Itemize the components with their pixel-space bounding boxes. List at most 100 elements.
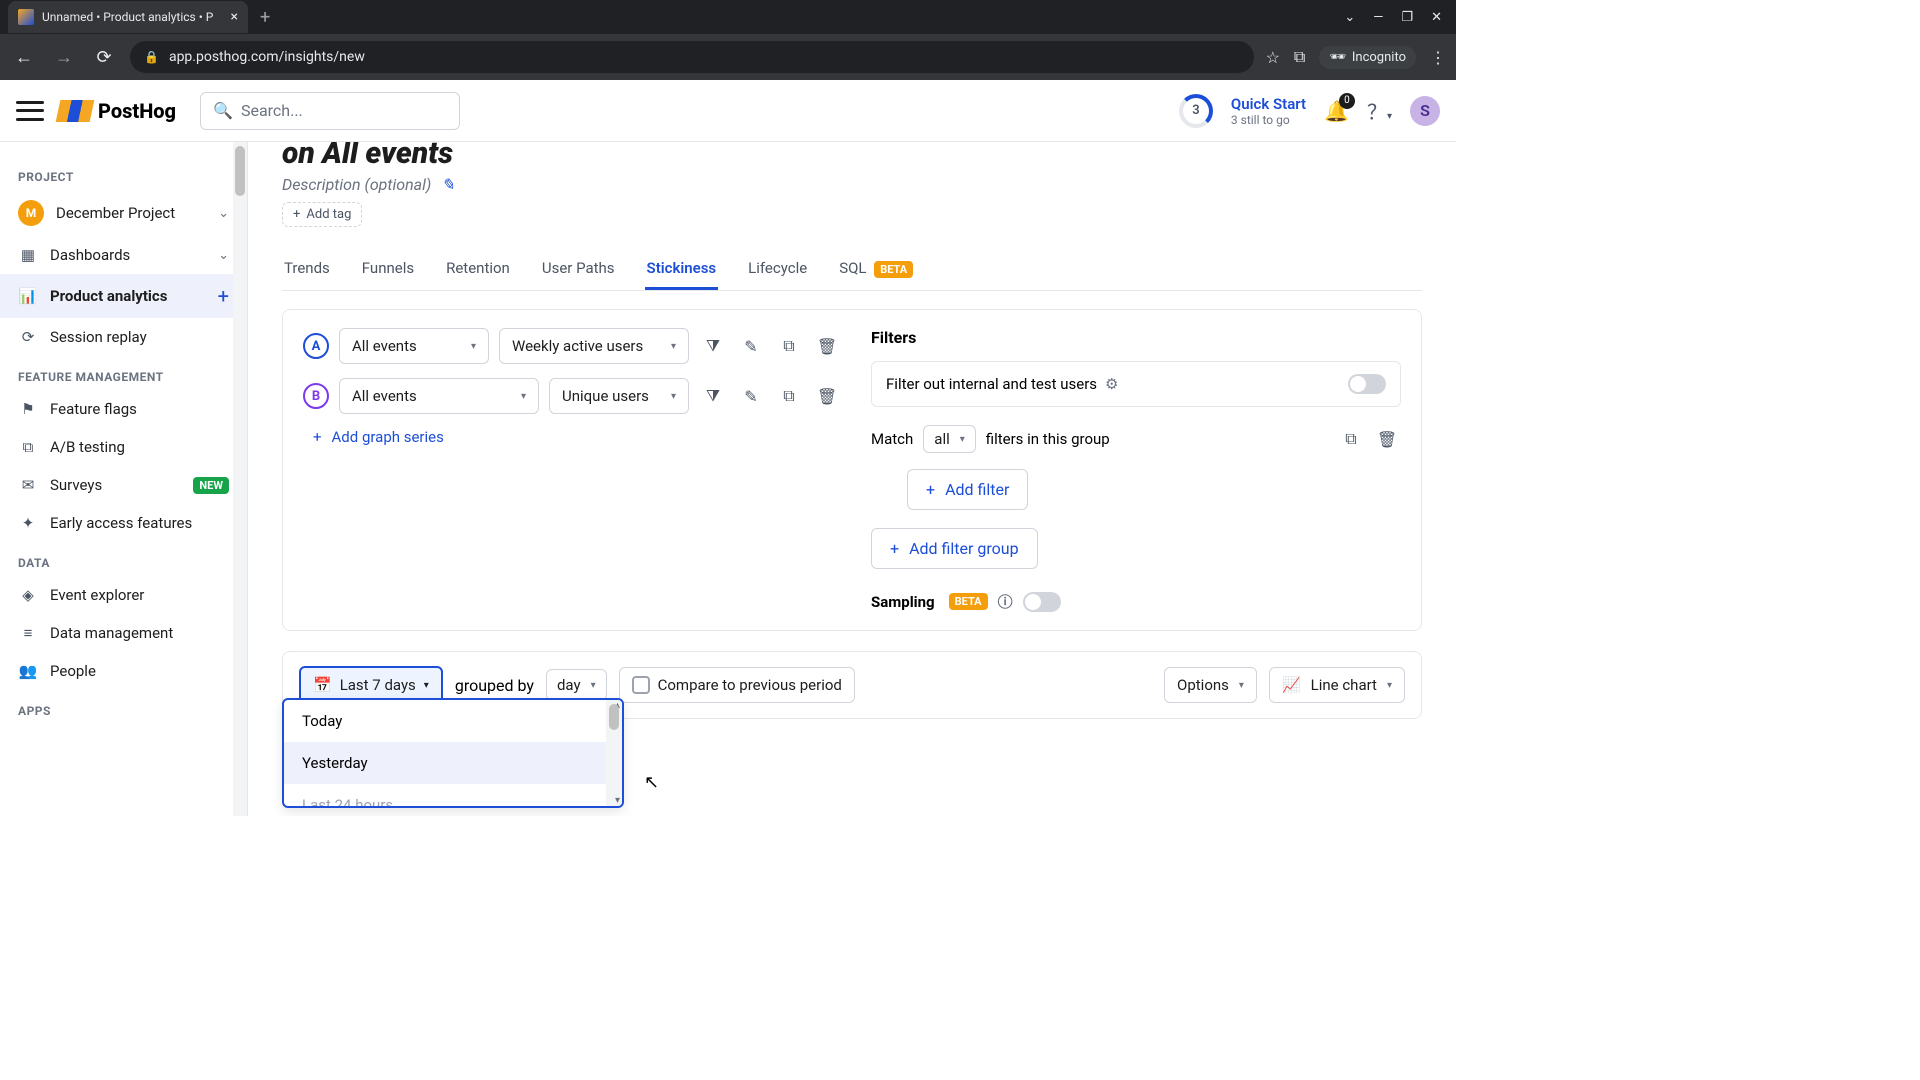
series-a-marker: A [303,333,329,359]
tab-lifecycle[interactable]: Lifecycle [746,249,809,290]
browser-tab[interactable]: Unnamed • Product analytics • P × [8,1,248,33]
tab-user-paths[interactable]: User Paths [540,249,617,290]
sidebar-item-data-management[interactable]: ≡ Data management [0,614,247,652]
description-placeholder[interactable]: Description (optional) [282,175,431,194]
series-b-metric-select[interactable]: Unique users▾ [549,378,689,414]
data-icon: ≡ [18,624,38,642]
help-button[interactable]: ？▾ [1367,96,1392,125]
chevron-down-icon: ⌄ [218,248,229,263]
address-bar[interactable]: 🔒 app.posthog.com/insights/new [130,41,1254,73]
sidebar-item-dashboards[interactable]: ▦ Dashboards ⌄ [0,236,247,274]
tab-funnels[interactable]: Funnels [360,249,416,290]
sidebar-item-people[interactable]: 👥 People [0,652,247,690]
date-option-last-24h[interactable]: Last 24 hours [284,784,622,806]
gear-icon[interactable]: ⚙ [1105,375,1118,393]
incognito-badge[interactable]: 🕶 Incognito [1319,46,1416,69]
browser-menu-icon[interactable]: ⋮ [1430,48,1446,67]
date-range-dropdown: Today Yesterday Last 24 hours ▴ ▾ [282,698,624,808]
insight-title[interactable]: on All events [282,142,1422,171]
survey-icon: ✉ [18,476,38,494]
sidebar-item-product-analytics[interactable]: 📊 Product analytics + [0,274,247,318]
beta-badge: BETA [874,261,913,278]
back-button[interactable]: ← [10,47,38,68]
add-filter-button[interactable]: + Add filter [907,469,1028,510]
incognito-icon: 🕶 [1329,50,1346,65]
event-icon: ◈ [18,586,38,604]
new-tab-button[interactable]: + [248,7,282,28]
date-option-today[interactable]: Today [284,700,622,742]
compare-previous-checkbox[interactable]: Compare to previous period [619,667,855,703]
close-window-icon[interactable]: ✕ [1431,10,1442,25]
delete-icon[interactable]: 🗑 [813,382,841,410]
quick-start-progress[interactable]: 3 [1179,94,1213,128]
maximize-icon[interactable]: ❐ [1401,10,1413,25]
notifications-button[interactable]: 🔔0 [1324,99,1349,123]
chevron-down-icon: ▾ [960,434,965,445]
toggle-internal-users[interactable] [1348,374,1386,394]
sidebar-section-data: DATA [0,550,247,576]
chevron-down-icon: ⌄ [218,206,229,221]
reload-button[interactable]: ⟳ [90,47,118,68]
dropdown-scrollbar[interactable]: ▴ ▾ [606,700,622,806]
chevron-down-icon: ▾ [1387,680,1392,691]
bookmark-icon[interactable]: ☆ [1266,48,1280,67]
project-selector[interactable]: M December Project ⌄ [0,190,247,236]
chevron-down-icon: ▾ [671,341,676,352]
tab-trends[interactable]: Trends [282,249,332,290]
sidebar-item-surveys[interactable]: ✉ Surveys NEW [0,466,247,504]
sampling-toggle[interactable] [1023,592,1061,612]
menu-toggle-button[interactable] [16,101,44,121]
group-interval-select[interactable]: day▾ [546,669,607,701]
posthog-logo[interactable]: PostHog [58,99,176,123]
tab-sql[interactable]: SQL BETA [837,249,915,290]
series-a-event-select[interactable]: All events▾ [339,328,489,364]
sidebar-item-feature-flags[interactable]: ⚑ Feature flags [0,390,247,428]
filter-icon[interactable]: ⧩ [699,382,727,410]
edit-icon[interactable]: ✎ [441,175,454,194]
chevron-down-icon: ▾ [1239,680,1244,691]
dashboard-icon: ▦ [18,246,38,264]
chevron-down-icon[interactable]: ⌄ [1344,10,1355,25]
sidebar-item-session-replay[interactable]: ⟳ Session replay [0,318,247,356]
quick-start-link[interactable]: Quick Start 3 still to go [1231,95,1306,127]
add-series-button[interactable]: + Add graph series [303,428,841,446]
edit-icon[interactable]: ✎ [737,332,765,360]
sidebar-item-early-access[interactable]: ✦ Early access features [0,504,247,542]
tab-stickiness[interactable]: Stickiness [645,249,719,290]
grouped-by-label: grouped by [455,676,534,695]
series-b-event-select[interactable]: All events▾ [339,378,539,414]
chart-type-select[interactable]: 📈 Line chart▾ [1269,667,1405,703]
chevron-down-icon: ▾ [671,391,676,402]
add-filter-group-button[interactable]: + Add filter group [871,528,1038,569]
sampling-label: Sampling [871,593,935,611]
sidebar-item-ab-testing[interactable]: ⧉ A/B testing [0,428,247,466]
tab-retention[interactable]: Retention [444,249,512,290]
sidebar-item-event-explorer[interactable]: ◈ Event explorer [0,576,247,614]
series-a-metric-select[interactable]: Weekly active users▾ [499,328,689,364]
minimize-icon[interactable]: ― [1373,10,1383,25]
install-icon[interactable]: ⧉ [1294,47,1305,67]
edit-icon[interactable]: ✎ [737,382,765,410]
close-tab-icon[interactable]: × [231,9,238,25]
copy-group-icon[interactable]: ⧉ [1337,425,1365,453]
sidebar: PROJECT M December Project ⌄ ▦ Dashboard… [0,142,248,816]
tab-title: Unnamed • Product analytics • P [42,10,213,24]
chevron-down-icon: ▾ [521,391,526,402]
filter-icon[interactable]: ⧩ [699,332,727,360]
plus-icon[interactable]: + [218,284,229,308]
match-mode-select[interactable]: all▾ [923,425,976,453]
search-input[interactable]: 🔍 Search... [200,92,460,130]
forward-button: → [50,47,78,68]
date-option-yesterday[interactable]: Yesterday [284,742,622,784]
info-icon[interactable]: ⓘ [998,591,1013,612]
delete-group-icon[interactable]: 🗑 [1373,425,1401,453]
copy-icon[interactable]: ⧉ [775,332,803,360]
filter-internal-users[interactable]: Filter out internal and test users ⚙ [871,361,1401,407]
line-chart-icon: 📈 [1282,676,1301,694]
user-avatar[interactable]: S [1410,96,1440,126]
add-tag-button[interactable]: + Add tag [282,202,362,227]
copy-icon[interactable]: ⧉ [775,382,803,410]
sidebar-scrollbar[interactable] [233,142,247,816]
delete-icon[interactable]: 🗑 [813,332,841,360]
options-button[interactable]: Options▾ [1164,667,1257,703]
